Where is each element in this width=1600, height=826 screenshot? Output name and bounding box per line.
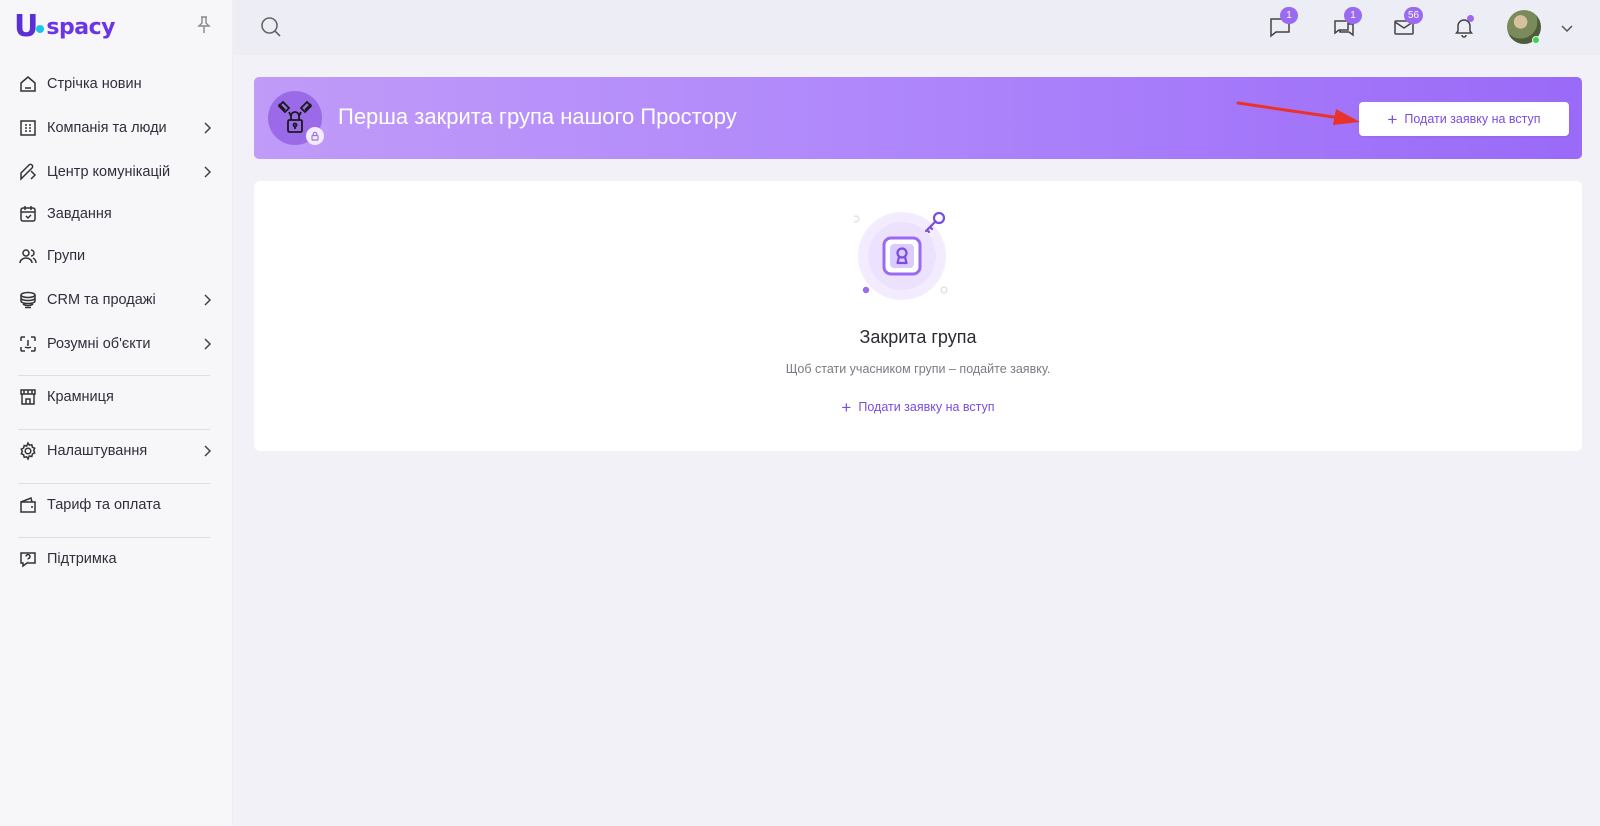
sidebar-divider bbox=[18, 483, 210, 484]
store-icon bbox=[20, 389, 36, 405]
wallet-icon bbox=[20, 496, 36, 513]
chevron-right-icon bbox=[204, 338, 212, 350]
sidebar-item-label: Завдання bbox=[47, 206, 112, 222]
lock-icon bbox=[311, 131, 319, 141]
closed-group-card: Закрита група Щоб стати учасником групи … bbox=[254, 181, 1582, 451]
mail-badge: 56 bbox=[1404, 7, 1424, 24]
logo-text: spacy bbox=[46, 14, 115, 40]
sidebar-item-store[interactable]: Крамниця bbox=[18, 382, 214, 412]
mail-button[interactable]: 56 bbox=[1392, 7, 1424, 39]
sidebar-item-tasks[interactable]: Завдання bbox=[18, 199, 214, 229]
red-arrow-annotation bbox=[1236, 101, 1360, 125]
join-request-label: Подати заявку на вступ bbox=[858, 400, 995, 414]
sidebar-divider bbox=[18, 429, 210, 430]
sidebar-item-label: Стрічка новин bbox=[47, 76, 142, 92]
logo-mark: U bbox=[14, 9, 39, 44]
sidebar-item-smart-objects[interactable]: Розумні об'єкти bbox=[18, 329, 214, 359]
home-icon bbox=[20, 76, 36, 92]
sidebar-item-label: Групи bbox=[47, 248, 86, 264]
group-title: Перша закрита група нашого Простору bbox=[338, 104, 737, 129]
calendar-icon bbox=[20, 206, 36, 222]
pin-icon[interactable] bbox=[196, 16, 212, 34]
closed-group-subtitle: Щоб стати учасником групи – подайте заяв… bbox=[785, 362, 1051, 376]
gear-icon bbox=[20, 441, 36, 461]
chevron-right-icon bbox=[204, 445, 212, 457]
chevron-right-icon bbox=[204, 122, 212, 134]
chevron-right-icon bbox=[204, 166, 212, 178]
sidebar-item-label: Компанія та люди bbox=[47, 120, 167, 136]
sidebar-item-label: Підтримка bbox=[47, 551, 117, 567]
chat-button[interactable]: 1 bbox=[1268, 7, 1298, 39]
sidebar-item-label: Розумні об'єкти bbox=[47, 336, 151, 352]
join-request-label: Подати заявку на вступ bbox=[1404, 112, 1541, 126]
notifications-button[interactable] bbox=[1452, 15, 1476, 39]
communication-icon bbox=[20, 163, 37, 181]
comments-button[interactable]: 1 bbox=[1332, 7, 1362, 39]
chevron-right-icon bbox=[204, 294, 212, 306]
top-bar: 1 1 56 bbox=[234, 0, 1600, 55]
sidebar-item-crm[interactable]: CRM та продажі bbox=[18, 285, 214, 315]
search-icon[interactable] bbox=[260, 16, 282, 38]
sidebar-item-support[interactable]: Підтримка bbox=[18, 544, 214, 574]
comments-badge: 1 bbox=[1344, 7, 1362, 24]
sidebar: Uspacy Стрічка новин Компанія та люди Це… bbox=[0, 0, 233, 826]
sidebar-item-label: Тариф та оплата bbox=[47, 497, 161, 513]
users-icon bbox=[19, 249, 37, 264]
online-status-dot bbox=[1532, 36, 1540, 44]
sidebar-divider bbox=[18, 537, 210, 538]
plus-icon: + bbox=[841, 397, 852, 417]
scan-face-icon bbox=[20, 336, 36, 352]
sidebar-item-label: CRM та продажі bbox=[47, 292, 156, 308]
plus-icon: + bbox=[1387, 109, 1398, 129]
lock-badge bbox=[306, 127, 324, 145]
locked-illustration-icon bbox=[854, 211, 948, 300]
sidebar-item-label: Крамниця bbox=[47, 389, 114, 405]
sidebar-item-settings[interactable]: Налаштування bbox=[18, 436, 214, 466]
sidebar-item-label: Центр комунікацій bbox=[47, 164, 171, 180]
group-banner: Перша закрита група нашого Простору + По… bbox=[254, 77, 1582, 159]
sidebar-item-billing[interactable]: Тариф та оплата bbox=[18, 490, 214, 520]
sidebar-item-communications[interactable]: Центр комунікацій bbox=[18, 157, 214, 187]
sidebar-item-label: Налаштування bbox=[47, 443, 148, 459]
sidebar-divider bbox=[18, 375, 210, 376]
sidebar-item-groups[interactable]: Групи bbox=[18, 241, 214, 271]
chevron-down-icon[interactable] bbox=[1560, 21, 1574, 35]
logo[interactable]: Uspacy bbox=[14, 10, 115, 44]
sidebar-item-company[interactable]: Компанія та люди bbox=[18, 113, 214, 143]
chat-badge: 1 bbox=[1280, 7, 1298, 24]
coins-icon bbox=[20, 291, 36, 309]
closed-group-title: Закрита група bbox=[859, 327, 977, 347]
building-icon bbox=[20, 120, 36, 136]
join-request-link[interactable]: + Подати заявку на вступ bbox=[832, 396, 1004, 418]
sidebar-item-news[interactable]: Стрічка новин bbox=[18, 69, 214, 99]
join-request-button[interactable]: + Подати заявку на вступ bbox=[1359, 102, 1569, 136]
notification-dot bbox=[1467, 15, 1474, 22]
help-chat-icon bbox=[20, 552, 36, 568]
